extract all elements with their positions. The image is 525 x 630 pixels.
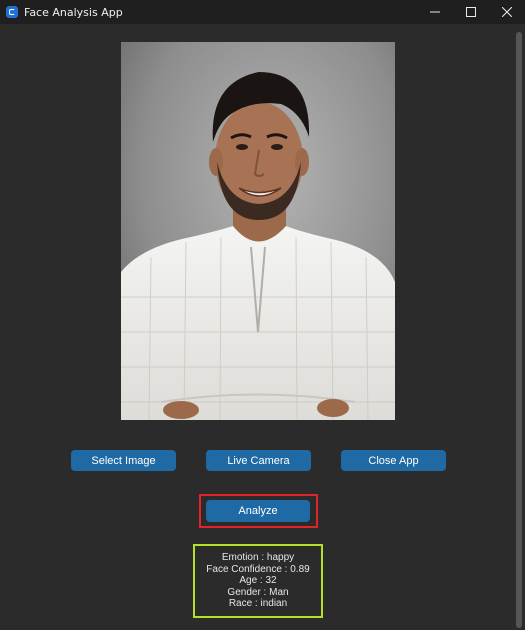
results-panel: Emotion : happy Face Confidence : 0.89 A…: [193, 544, 323, 618]
maximize-icon: [466, 7, 476, 17]
close-icon: [502, 7, 512, 17]
emotion-result: Emotion : happy: [221, 552, 295, 564]
window-controls: [417, 0, 525, 24]
title-bar: Face Analysis App: [0, 0, 525, 24]
close-window-button[interactable]: [489, 0, 525, 24]
minimize-button[interactable]: [417, 0, 453, 24]
portrait-photo: [121, 42, 395, 420]
vertical-scrollbar[interactable]: [516, 32, 522, 628]
close-app-button[interactable]: Close App: [341, 450, 446, 471]
window-title: Face Analysis App: [24, 5, 123, 19]
select-image-button[interactable]: Select Image: [71, 450, 176, 471]
gender-result: Gender : Man: [227, 586, 289, 598]
scrollbar-thumb[interactable]: [516, 32, 522, 628]
app-window: Face Analysis App Select Image Live Came…: [0, 0, 525, 630]
maximize-button[interactable]: [453, 0, 489, 24]
face-confidence-result: Face Confidence : 0.89: [206, 563, 310, 575]
race-result: Race : indian: [228, 598, 288, 610]
minimize-icon: [430, 11, 440, 13]
app-icon: [6, 6, 18, 18]
live-camera-button[interactable]: Live Camera: [206, 450, 311, 471]
analyze-button[interactable]: Analyze: [206, 500, 310, 522]
portrait-illustration: [121, 42, 395, 420]
age-result: Age : 32: [239, 575, 277, 587]
